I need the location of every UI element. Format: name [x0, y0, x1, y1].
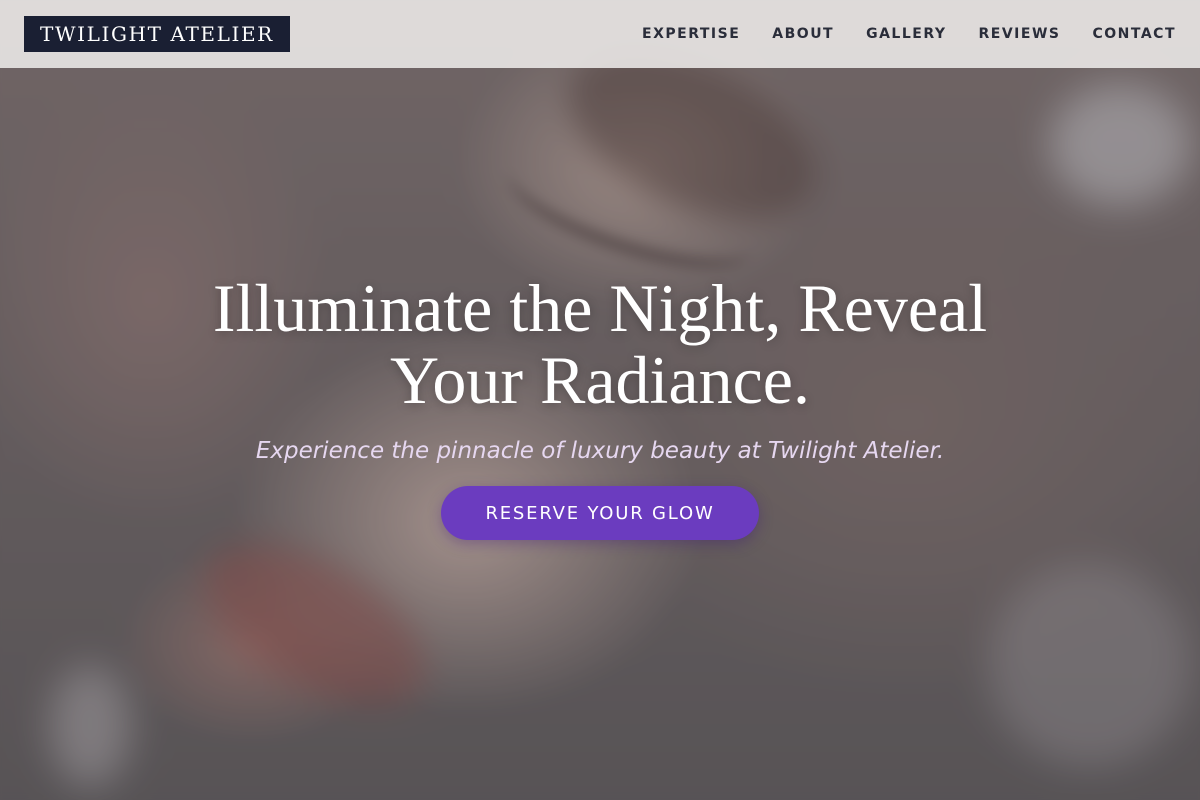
nav-link-about[interactable]: ABOUT [772, 26, 834, 42]
brand-logo[interactable]: TWILIGHT ATELIER [24, 16, 290, 52]
reserve-button[interactable]: RESERVE YOUR GLOW [441, 486, 759, 540]
nav-link-reviews[interactable]: REVIEWS [979, 26, 1061, 42]
nav-link-expertise[interactable]: EXPERTISE [642, 26, 740, 42]
main-nav: EXPERTISE ABOUT GALLERY REVIEWS CONTACT [642, 26, 1176, 42]
nav-link-contact[interactable]: CONTACT [1092, 26, 1176, 42]
site-header: TWILIGHT ATELIER EXPERTISE ABOUT GALLERY… [0, 0, 1200, 68]
hero-subheadline: Experience the pinnacle of luxury beauty… [255, 438, 945, 464]
hero-content: Illuminate the Night, Reveal Your Radian… [0, 272, 1200, 540]
nav-link-gallery[interactable]: GALLERY [866, 26, 946, 42]
hero-headline: Illuminate the Night, Reveal Your Radian… [212, 270, 988, 418]
